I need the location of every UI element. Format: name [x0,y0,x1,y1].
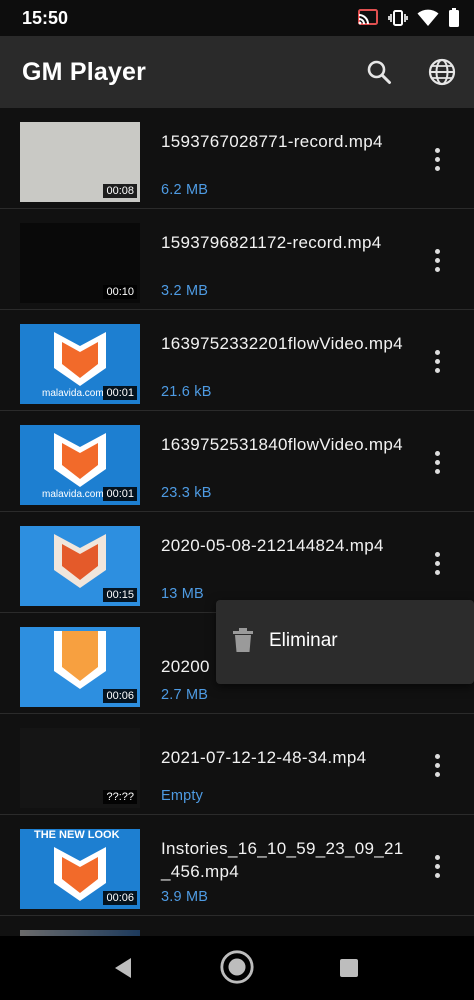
duration-badge: 00:06 [103,891,137,905]
thumbnail-overlay-text: THE NEW LOOK [34,829,120,841]
malavida-logo-icon [54,631,106,689]
malavida-logo-icon [54,433,106,487]
more-options-button[interactable] [422,750,452,780]
duration-badge: 00:15 [103,588,137,602]
video-thumbnail: 00:15 [20,526,140,606]
video-size: 3.9 MB [161,889,209,905]
more-options-button[interactable] [422,548,452,578]
app-bar: GM Player [0,36,474,108]
duration-badge: 00:01 [103,487,137,501]
back-icon [115,958,131,978]
more-vert-icon [434,450,440,474]
watermark-text: malavida.com [42,489,104,500]
duration-badge: 00:01 [103,386,137,400]
vibrate-icon [388,9,408,27]
video-size: 21.6 kB [161,384,212,400]
video-size: 6.2 MB [161,182,209,198]
recents-icon [340,959,358,977]
video-name: Instories_16_10_59_23_09_21_456.mp4 [161,839,404,881]
video-thumbnail: 00:08 [20,122,140,202]
wifi-icon [417,9,439,27]
malavida-logo-icon [54,534,106,588]
video-name: 2020-05-08-212144824.mp4 [161,536,384,555]
battery-icon [448,8,460,28]
recents-button[interactable] [331,950,367,986]
video-thumbnail: ??:?? [20,728,140,808]
trash-icon [233,628,253,652]
duration-badge: 00:08 [103,184,137,198]
delete-menu-label: Eliminar [269,630,338,651]
language-button[interactable] [424,54,460,90]
video-thumbnail: malavida.com 00:01 [20,324,140,404]
more-options-button[interactable] [422,346,452,376]
more-options-button[interactable] [422,245,452,275]
status-time: 15:50 [22,8,69,28]
video-name: 1639752531840flowVideo.mp4 [161,435,403,454]
search-button[interactable] [361,54,397,90]
duration-badge: ??:?? [103,790,137,804]
video-size: 23.3 kB [161,485,212,501]
system-nav-bar [0,936,474,1000]
video-row[interactable] [0,916,474,936]
more-options-button[interactable] [422,447,452,477]
video-name: 2021-07-12-12-48-34.mp4 [161,748,367,767]
more-options-button[interactable] [422,851,452,881]
more-vert-icon [434,551,440,575]
video-size: 2.7 MB [161,687,209,703]
status-bar: 15:50 [0,0,474,36]
home-button[interactable] [219,949,255,985]
video-name: 1593767028771-record.mp4 [161,132,383,151]
duration-badge: 00:10 [103,285,137,299]
more-options-button[interactable] [422,144,452,174]
video-thumbnail: 00:10 [20,223,140,303]
home-icon [220,950,254,984]
delete-menu-item[interactable]: Eliminar [216,600,474,684]
malavida-logo-icon [54,332,106,386]
search-icon [367,60,391,84]
video-row[interactable]: ??:?? 2021-07-12-12-48-34.mp4 Empty [0,714,474,815]
watermark-text: malavida.com [42,388,104,399]
malavida-logo-icon [54,847,106,901]
video-thumbnail: THE NEW LOOK 00:06 [20,829,140,909]
app-title: GM Player [22,58,147,86]
video-size: Empty [161,788,204,804]
video-thumbnail: malavida.com 00:01 [20,425,140,505]
video-name: 1639752332201flowVideo.mp4 [161,334,403,353]
more-vert-icon [434,854,440,878]
video-row[interactable]: 00:10 1593796821172-record.mp4 3.2 MB [0,209,474,310]
video-row[interactable]: THE NEW LOOK 00:06 Instories_16_10_59_23… [0,815,474,916]
video-thumbnail: 00:06 [20,627,140,707]
video-list[interactable]: 00:08 1593767028771-record.mp4 6.2 MB 00… [0,108,474,936]
status-icons [357,7,460,29]
duration-badge: 00:06 [103,689,137,703]
video-name: 1593796821172-record.mp4 [161,233,382,252]
context-menu: Eliminar [216,600,474,684]
cast-icon [357,9,379,27]
more-vert-icon [434,248,440,272]
video-row[interactable]: 00:08 1593767028771-record.mp4 6.2 MB [0,108,474,209]
video-row[interactable]: malavida.com 00:01 1639752332201flowVide… [0,310,474,411]
more-vert-icon [434,147,440,171]
video-row[interactable]: malavida.com 00:01 1639752531840flowVide… [0,411,474,512]
video-row[interactable]: 00:15 2020-05-08-212144824.mp4 13 MB [0,512,474,613]
more-vert-icon [434,753,440,777]
video-size: 3.2 MB [161,283,209,299]
back-button[interactable] [105,950,141,986]
video-size: 13 MB [161,586,204,602]
globe-icon [428,58,456,86]
more-vert-icon [434,349,440,373]
